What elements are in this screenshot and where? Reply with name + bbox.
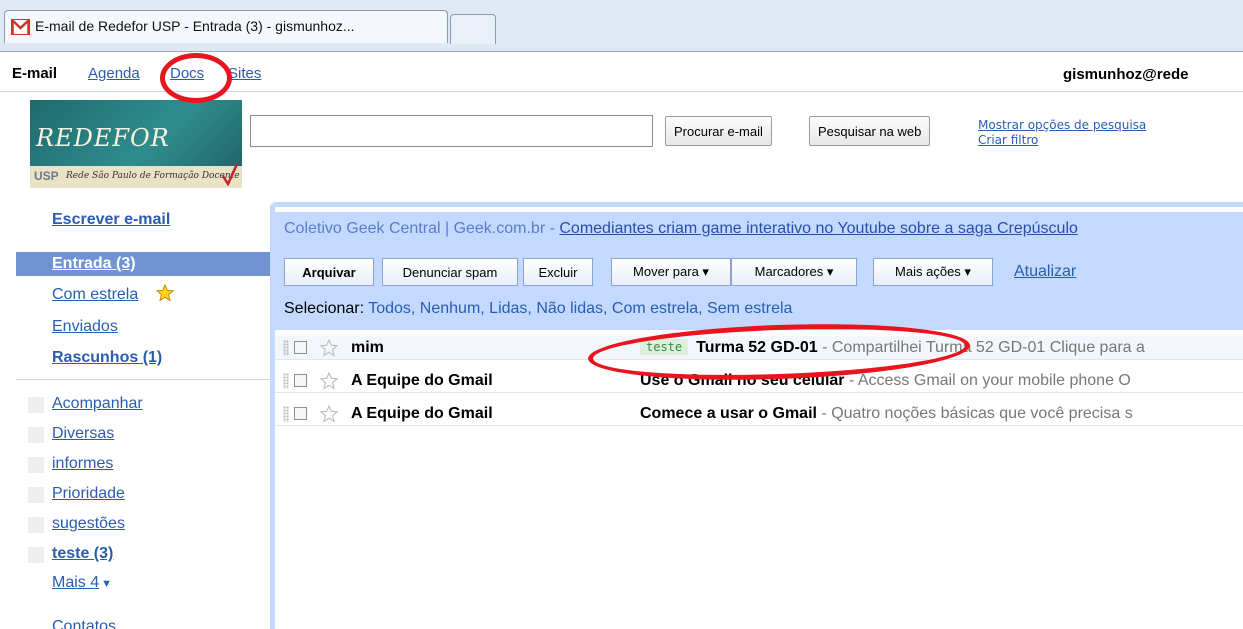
drag-handle[interactable] (283, 373, 289, 389)
sidebar-label-acompanhar[interactable]: Acompanhar (52, 395, 143, 413)
sidebar-label-diversas[interactable]: Diversas (52, 425, 114, 443)
move-to-dropdown[interactable]: Mover para ▾ (611, 258, 731, 286)
logo-usp: USP (34, 169, 59, 183)
email-subject: Comece a usar o Gmail (640, 405, 817, 422)
select-label: Selecionar: (284, 300, 365, 317)
select-none-link[interactable]: Nenhum (420, 300, 480, 317)
email-snippet: - Quatro noções básicas que você precisa… (816, 405, 1133, 422)
email-sender: A Equipe do Gmail (351, 405, 493, 422)
sidebar-item-sent[interactable]: Enviados (52, 318, 118, 336)
sidebar-item-drafts[interactable]: Rascunhos (1) (52, 349, 162, 367)
nav-link-sites[interactable]: Sites (228, 65, 261, 82)
nav-link-agenda[interactable]: Agenda (88, 65, 140, 82)
search-web-button[interactable]: Pesquisar na web (809, 116, 931, 146)
sidebar-label-informes[interactable]: informes (52, 455, 113, 473)
logo-strip: USP Rede São Paulo de Formação Docente (30, 166, 242, 188)
create-filter-link[interactable]: Criar filtro (978, 133, 1146, 148)
label-color-chip[interactable] (28, 457, 44, 473)
drag-handle[interactable] (283, 340, 289, 356)
chevron-down-icon: ▼ (101, 578, 113, 590)
web-clip-headline[interactable]: Comediantes criam game interativo no You… (559, 220, 1078, 237)
email-sender: mim (351, 339, 384, 356)
delete-button[interactable]: Excluir (523, 258, 593, 286)
sidebar-label-sugestoes[interactable]: sugestões (52, 515, 125, 533)
search-mail-button[interactable]: Procurar e-mail (665, 116, 772, 146)
browser-tab[interactable]: E-mail de Redefor USP - Entrada (3) - gi… (4, 10, 448, 43)
user-email: gismunhoz@rede (1063, 66, 1189, 83)
email-snippet: - Access Gmail on your mobile phone O (844, 372, 1131, 389)
redefor-logo[interactable]: REDEFOR USP Rede São Paulo de Formação D… (30, 100, 242, 188)
annotation-ellipse-docs (160, 53, 232, 103)
search-options: Mostrar opções de pesquisa Criar filtro (978, 118, 1146, 148)
browser-tab-title: E-mail de Redefor USP - Entrada (3) - gi… (35, 18, 355, 34)
refresh-link[interactable]: Atualizar (1014, 263, 1076, 281)
email-row[interactable]: A Equipe do Gmail Comece a usar o Gmail … (275, 402, 1243, 426)
label-color-chip[interactable] (28, 487, 44, 503)
select-unstarred-link[interactable]: Sem estrela (707, 300, 792, 317)
gmail-icon (11, 19, 30, 35)
web-clip: Coletivo Geek Central | Geek.com.br - Co… (270, 212, 1243, 246)
archive-button[interactable]: Arquivar (284, 258, 374, 286)
sidebar-contacts[interactable]: Contatos (52, 618, 116, 629)
sidebar-more-labels[interactable]: Mais 4 ▼ (52, 574, 112, 592)
sidebar-divider (16, 379, 270, 380)
label-color-chip[interactable] (28, 547, 44, 563)
more-actions-dropdown[interactable]: Mais ações ▾ (873, 258, 993, 286)
sidebar-item-inbox[interactable]: Entrada (3) (16, 252, 270, 276)
label-color-chip[interactable] (28, 517, 44, 533)
email-checkbox[interactable] (294, 374, 307, 387)
checkmark-icon (222, 163, 238, 186)
star-icon[interactable] (320, 372, 338, 390)
email-sender: A Equipe do Gmail (351, 372, 493, 389)
logo-wordmark: REDEFOR (36, 124, 170, 152)
labels-dropdown[interactable]: Marcadores ▾ (731, 258, 857, 286)
star-icon (156, 284, 174, 302)
email-subject-line: Comece a usar o Gmail - Quatro noções bá… (640, 405, 1133, 423)
sidebar-label-prioridade[interactable]: Prioridade (52, 485, 125, 503)
select-read-link[interactable]: Lidas (489, 300, 527, 317)
compose-button[interactable]: Escrever e-mail (52, 211, 170, 229)
sidebar-label-teste[interactable]: teste (3) (52, 545, 113, 563)
web-clip-source: Coletivo Geek Central | Geek.com.br - (284, 220, 560, 237)
mail-toolbar: Arquivar Denunciar spam Excluir Mover pa… (275, 246, 1243, 330)
web-clip-text: Coletivo Geek Central | Geek.com.br - Co… (284, 220, 1078, 238)
email-checkbox[interactable] (294, 407, 307, 420)
drag-handle[interactable] (283, 406, 289, 422)
select-all-link[interactable]: Todos (368, 300, 411, 317)
logo-tagline: Rede São Paulo de Formação Docente (66, 171, 240, 181)
sidebar-item-starred[interactable]: Com estrela (52, 286, 138, 304)
browser-tab-strip: E-mail de Redefor USP - Entrada (3) - gi… (0, 0, 1243, 52)
sidebar-item-inbox-label: Entrada (3) (52, 255, 136, 272)
star-icon[interactable] (320, 405, 338, 423)
star-icon[interactable] (320, 339, 338, 357)
report-spam-button[interactable]: Denunciar spam (382, 258, 518, 286)
select-row: Selecionar: Todos, Nenhum, Lidas, Não li… (284, 300, 793, 317)
nav-email-current: E-mail (12, 65, 58, 82)
more-labels-text: Mais 4 (52, 574, 100, 591)
label-color-chip[interactable] (28, 397, 44, 413)
email-checkbox[interactable] (294, 341, 307, 354)
label-color-chip[interactable] (28, 427, 44, 443)
search-input[interactable] (250, 115, 653, 147)
select-starred-link[interactable]: Com estrela (612, 300, 698, 317)
select-unread-link[interactable]: Não lidas (536, 300, 603, 317)
show-search-options-link[interactable]: Mostrar opções de pesquisa (978, 118, 1146, 133)
new-tab-button[interactable] (450, 14, 496, 44)
